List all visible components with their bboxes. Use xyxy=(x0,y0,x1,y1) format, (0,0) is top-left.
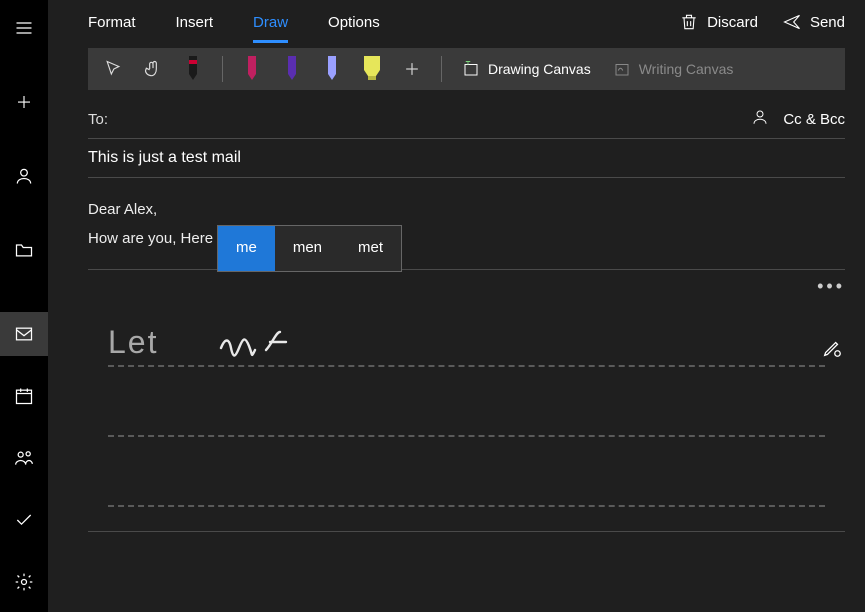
highlighter-yellow[interactable] xyxy=(357,54,387,84)
discard-label: Discard xyxy=(707,14,758,31)
recognized-text: Let xyxy=(108,324,158,361)
toolbar-divider xyxy=(441,56,442,82)
tab-format[interactable]: Format xyxy=(88,8,136,37)
ccbcc-toggle[interactable]: Cc & Bcc xyxy=(783,111,845,128)
cursor-icon xyxy=(103,56,123,82)
send-label: Send xyxy=(810,14,845,31)
mail-nav[interactable] xyxy=(0,312,48,356)
ink-stroke xyxy=(218,320,308,365)
to-field-row[interactable]: To: Cc & Bcc xyxy=(88,100,845,139)
message-body[interactable]: Dear Alex, How are you, Here is our new … xyxy=(88,178,845,259)
calendar-nav[interactable] xyxy=(0,374,48,418)
subject-field[interactable]: This is just a test mail xyxy=(88,139,845,178)
body-line: Dear Alex, xyxy=(88,196,845,225)
people-nav[interactable] xyxy=(0,436,48,480)
check-icon xyxy=(14,510,34,530)
pen-icon xyxy=(183,56,203,82)
to-label: To: xyxy=(88,111,108,128)
writing-canvas-button[interactable]: Writing Canvas xyxy=(607,60,740,78)
hand-icon xyxy=(143,56,163,82)
toolbar-divider xyxy=(222,56,223,82)
drawing-canvas-button[interactable]: Drawing Canvas xyxy=(456,60,597,78)
ribbon-bar: Format Insert Draw Options Discard Send xyxy=(48,0,865,44)
canvas-add-icon xyxy=(462,60,480,78)
menu-button[interactable] xyxy=(0,6,48,50)
canvas-more-button[interactable]: ••• xyxy=(817,276,845,297)
new-button[interactable] xyxy=(0,80,48,124)
plus-icon xyxy=(15,93,33,111)
settings-nav[interactable] xyxy=(0,560,48,604)
todo-nav[interactable] xyxy=(0,498,48,542)
pen-icon xyxy=(242,56,262,82)
subject-text: This is just a test mail xyxy=(88,149,241,166)
account-button[interactable] xyxy=(0,154,48,198)
ime-suggestion-popup: me men met xyxy=(217,225,402,272)
mail-icon xyxy=(14,324,34,344)
cursor-tool[interactable] xyxy=(98,54,128,84)
writing-icon xyxy=(613,60,631,78)
pick-contact-button[interactable] xyxy=(751,108,769,130)
body-line: How are you, Here is our new business pl… xyxy=(88,225,845,254)
app-sidebar xyxy=(0,0,48,612)
send-button[interactable]: Send xyxy=(782,12,845,32)
calendar-icon xyxy=(14,386,34,406)
person-icon xyxy=(751,108,769,126)
touch-tool[interactable] xyxy=(138,54,168,84)
draw-toolbar: Drawing Canvas Writing Canvas xyxy=(88,48,845,90)
highlighter-icon xyxy=(362,56,382,82)
drawing-canvas-label: Drawing Canvas xyxy=(488,61,591,77)
pen-red[interactable] xyxy=(237,54,267,84)
trash-icon xyxy=(679,12,699,32)
discard-button[interactable]: Discard xyxy=(679,12,758,32)
pen-purple[interactable] xyxy=(277,54,307,84)
person-icon xyxy=(14,166,34,186)
tab-options[interactable]: Options xyxy=(328,8,380,37)
pen-icon xyxy=(322,56,342,82)
compose-window: Format Insert Draw Options Discard Send xyxy=(48,0,865,612)
folder-icon xyxy=(14,240,34,260)
pen-black[interactable] xyxy=(178,54,208,84)
suggestion-option[interactable]: met xyxy=(340,226,401,271)
hamburger-icon xyxy=(14,18,34,38)
send-icon xyxy=(782,12,802,32)
tab-insert[interactable]: Insert xyxy=(176,8,214,37)
tab-draw[interactable]: Draw xyxy=(253,8,288,37)
gear-icon xyxy=(14,572,34,592)
people-icon xyxy=(14,448,34,468)
suggestion-option[interactable]: me xyxy=(218,226,275,271)
writing-canvas-label: Writing Canvas xyxy=(639,61,734,77)
plus-icon xyxy=(402,56,422,82)
footer-divider xyxy=(88,531,845,532)
handwriting-canvas[interactable]: Let xyxy=(48,297,865,507)
folders-button[interactable] xyxy=(0,228,48,272)
pen-icon xyxy=(282,56,302,82)
suggestion-option[interactable]: men xyxy=(275,226,340,271)
pen-lilac[interactable] xyxy=(317,54,347,84)
add-pen-button[interactable] xyxy=(397,54,427,84)
